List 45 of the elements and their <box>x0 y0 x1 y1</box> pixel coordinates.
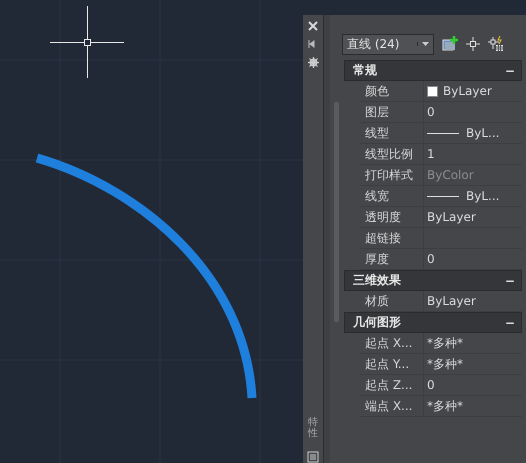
add-selection-icon[interactable] <box>442 36 458 52</box>
property-value[interactable]: ByL... <box>466 126 500 140</box>
property-value[interactable]: ByLayer <box>427 210 476 224</box>
property-value[interactable]: ByL... <box>466 189 500 203</box>
quick-select-icon[interactable] <box>488 36 504 52</box>
property-value[interactable]: *多种* <box>427 334 463 352</box>
property-label: 厚度 <box>359 249 424 269</box>
collapse-toggle[interactable]: − <box>504 274 515 288</box>
property-label: 线型 <box>359 123 424 143</box>
property-value[interactable]: 0 <box>427 252 435 266</box>
section-title: 几何图形 <box>353 314 401 331</box>
line-sample <box>427 132 459 134</box>
collapse-toggle[interactable]: − <box>504 316 515 330</box>
property-label: 起点 Y... <box>359 354 424 374</box>
section-title: 三维效果 <box>353 272 401 289</box>
collapse-toggle[interactable]: − <box>504 64 515 78</box>
property-label: 打印样式 <box>359 165 424 185</box>
property-label: 起点 X... <box>359 333 424 353</box>
palette-title: 特性 <box>308 417 318 439</box>
property-label: 起点 Z... <box>359 375 424 395</box>
menu-icon[interactable] <box>307 451 319 463</box>
color-swatch <box>427 86 438 96</box>
property-label: 图层 <box>359 102 424 122</box>
section-header[interactable]: 三维效果 − <box>344 270 522 291</box>
property-label: 端点 X... <box>359 396 424 416</box>
property-value[interactable]: *多种* <box>427 356 463 372</box>
property-value[interactable]: ByLayer <box>427 294 476 308</box>
property-value[interactable]: *多种* <box>427 398 463 414</box>
property-label: 超链接 <box>359 228 424 248</box>
property-value[interactable]: 0 <box>427 105 435 119</box>
property-label: 颜色 <box>359 81 424 101</box>
property-label: 线型比例 <box>359 144 424 164</box>
property-value[interactable]: 0 <box>427 378 435 392</box>
selection-dropdown[interactable]: 直线 (24) <box>342 34 434 54</box>
close-icon[interactable] <box>308 21 318 31</box>
section-header[interactable]: 常规 − <box>344 60 522 81</box>
property-label: 材质 <box>359 291 424 311</box>
property-label: 线宽 <box>359 186 424 206</box>
property-label: 透明度 <box>359 207 424 227</box>
section-title: 常规 <box>353 62 377 79</box>
property-value[interactable]: 1 <box>427 147 435 161</box>
pick-point-icon[interactable] <box>466 37 480 51</box>
property-value[interactable]: ByLayer <box>443 84 492 98</box>
section-header[interactable]: 几何图形 − <box>344 312 522 333</box>
settings-icon[interactable] <box>308 57 318 68</box>
